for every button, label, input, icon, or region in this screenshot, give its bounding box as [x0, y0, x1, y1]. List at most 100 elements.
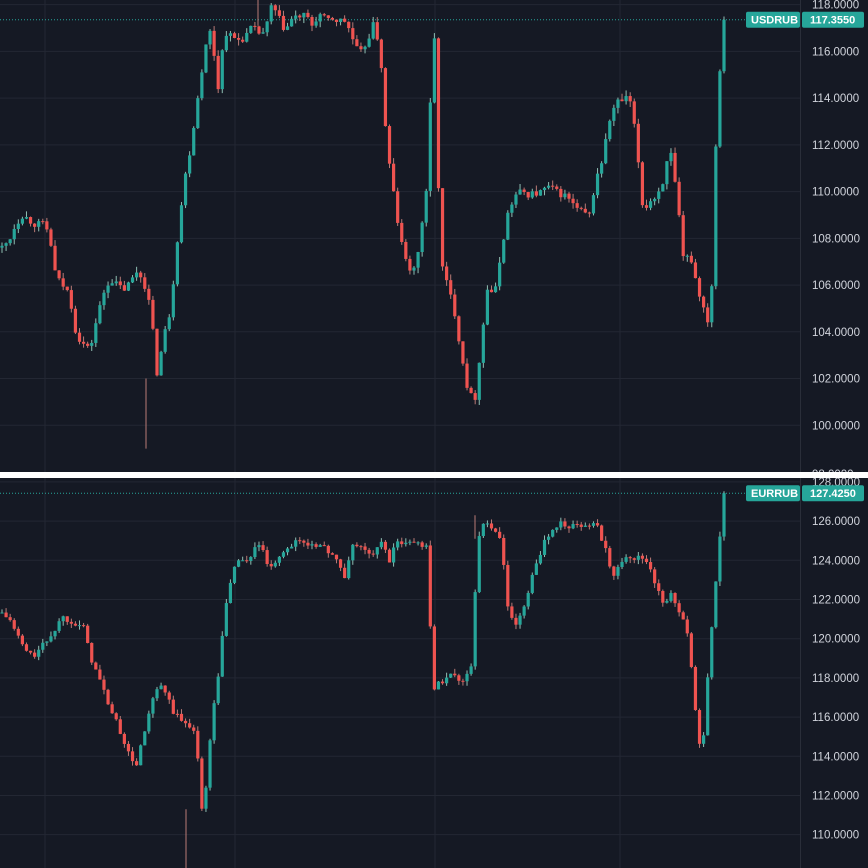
candle-down	[12, 620, 16, 629]
candle-down	[28, 650, 33, 653]
candle-down	[147, 288, 151, 300]
candle-up	[45, 641, 49, 643]
candle-down	[689, 633, 693, 667]
candle-up	[408, 541, 412, 543]
price-axis-tick: 106.0000	[812, 280, 860, 292]
candle-down	[526, 192, 530, 198]
candle-down	[600, 525, 604, 541]
candle-down	[404, 241, 408, 259]
candle-down	[330, 17, 335, 20]
price-axis-tick: 102.0000	[812, 374, 860, 386]
candle-up	[616, 566, 620, 576]
candle-down	[648, 562, 653, 570]
candle-up	[469, 666, 473, 674]
candle-down	[216, 55, 220, 90]
candle-up	[722, 493, 726, 537]
candle-down	[171, 699, 175, 714]
price-axis-tick: 122.0000	[812, 595, 860, 607]
candle-up	[449, 673, 453, 678]
candle-up	[379, 541, 383, 548]
candle-up	[285, 548, 290, 553]
candle-up	[90, 342, 94, 346]
candle-up	[257, 545, 261, 548]
candle-down	[110, 704, 114, 714]
candle-down	[261, 545, 265, 551]
candle-up	[159, 685, 163, 690]
candle-up	[212, 703, 216, 741]
eurrub-candles	[0, 491, 726, 868]
candle-up	[710, 627, 714, 678]
eurrub-price-axis[interactable]: 128.0000126.0000124.0000122.0000120.0000…	[812, 478, 860, 842]
candle-up	[514, 194, 518, 205]
candle-up	[367, 38, 371, 47]
candle-up	[718, 536, 722, 582]
candle-up	[208, 30, 212, 45]
candle-up	[290, 546, 294, 549]
candle-up	[179, 205, 184, 243]
candle-down	[563, 521, 567, 527]
candle-down	[693, 262, 698, 279]
candle-up	[506, 212, 510, 240]
candle-up	[445, 677, 449, 684]
candle-up	[294, 540, 298, 547]
eurrub-chart-svg[interactable]: 128.0000126.0000124.0000122.0000120.0000…	[0, 478, 868, 868]
candle-up	[236, 560, 241, 567]
candle-down	[379, 39, 383, 69]
candle-down	[167, 692, 171, 700]
candle-up	[220, 635, 224, 677]
candle-up	[216, 676, 220, 704]
candle-up	[0, 245, 4, 248]
candle-down	[114, 713, 118, 720]
eurrub-last-price-label: EURRUB 127.4250	[746, 485, 864, 502]
candle-down	[343, 18, 347, 22]
candle-down	[608, 548, 612, 567]
candle-down	[33, 652, 37, 657]
candle-up	[706, 677, 710, 736]
candle-down	[343, 567, 347, 579]
candle-down	[24, 644, 29, 651]
candle-down	[61, 278, 65, 287]
eurrub-chart-pane[interactable]: 128.0000 126.0000 124.0000 122.0000 120.0000…	[0, 478, 868, 868]
candle-down	[188, 723, 192, 728]
candle-up	[714, 581, 718, 628]
candle-down	[126, 743, 131, 752]
candle-down	[689, 255, 693, 263]
candle-down	[440, 681, 445, 684]
candle-up	[53, 630, 57, 637]
candle-down	[453, 673, 457, 676]
candle-down	[298, 540, 302, 542]
candle-up	[653, 198, 657, 202]
candle-down	[355, 39, 359, 47]
candle-up	[77, 625, 82, 627]
candle-up	[139, 745, 143, 766]
usdrub-price-axis[interactable]: 118.0000 116.0000 114.0000 112.0000 110.0000…	[812, 0, 860, 472]
candle-up	[338, 18, 343, 22]
candle-down	[583, 208, 587, 213]
price-axis-tick: 110.0000	[812, 187, 859, 199]
candle-down	[396, 191, 400, 223]
candle-down	[122, 733, 126, 744]
candle-up	[563, 193, 567, 198]
price-axis-tick: 116.0000	[812, 712, 859, 724]
candle-down	[163, 685, 167, 693]
eurrub-grid	[0, 478, 801, 868]
candle-up	[175, 242, 180, 285]
candle-down	[298, 15, 302, 18]
candle-down	[559, 188, 563, 198]
usdrub-candles	[0, 0, 726, 449]
candle-up	[396, 541, 400, 548]
candle-up	[546, 536, 551, 540]
candle-up	[310, 544, 314, 546]
price-axis-tick: 116.0000	[812, 46, 859, 58]
candle-down	[571, 198, 575, 204]
candle-up	[135, 272, 139, 278]
candle-up	[432, 38, 436, 103]
usdrub-chart-svg[interactable]: 118.0000 116.0000 114.0000 112.0000 110.0000…	[0, 0, 868, 472]
candle-up	[624, 557, 628, 562]
price-axis-tick: 104.0000	[812, 327, 860, 339]
usdrub-chart-pane[interactable]: 118.0000 116.0000 114.0000 112.0000 110.0000…	[0, 0, 868, 472]
candle-up	[648, 201, 653, 208]
candle-down	[355, 544, 359, 547]
candle-down	[673, 593, 677, 604]
candle-down	[73, 623, 78, 626]
